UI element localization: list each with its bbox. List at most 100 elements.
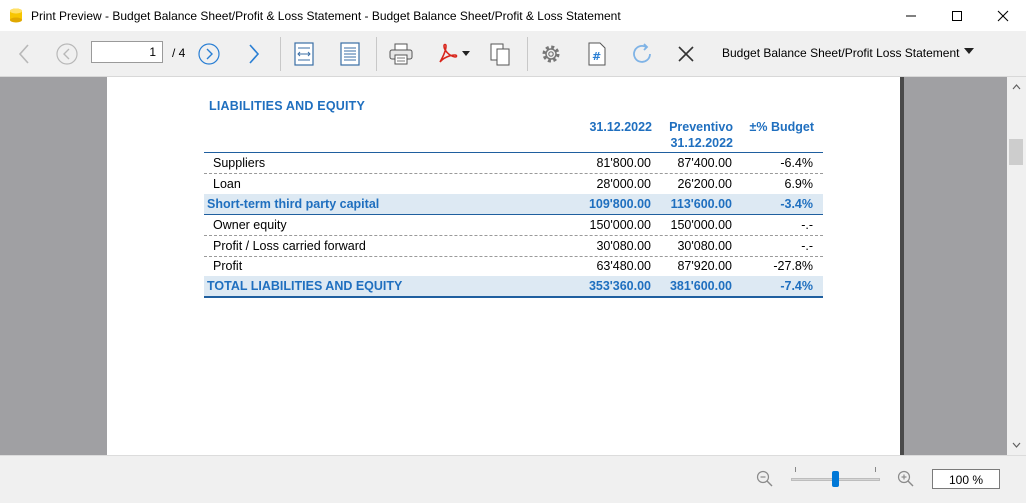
row-budget: 26'200.00 xyxy=(677,177,732,191)
export-pdf-button[interactable] xyxy=(432,31,474,76)
row-budget: 87'400.00 xyxy=(677,156,732,170)
status-bar: 100 % xyxy=(0,455,1026,503)
window-title: Print Preview - Budget Balance Sheet/Pro… xyxy=(31,9,621,23)
table-row: Profit / Loss carried forward 30'080.00 … xyxy=(204,236,823,257)
row-actual: 353'360.00 xyxy=(588,279,651,293)
close-icon xyxy=(997,10,1009,21)
first-page-button[interactable] xyxy=(12,31,36,76)
last-page-button[interactable] xyxy=(243,31,265,76)
circle-chevron-left-icon xyxy=(56,42,78,65)
row-actual: 28'000.00 xyxy=(596,177,651,191)
row-budget: 113'600.00 xyxy=(670,197,732,211)
refresh-icon xyxy=(633,42,651,63)
dropdown-arrow-icon[interactable] xyxy=(964,48,974,54)
toolbar-separator xyxy=(376,37,377,71)
table-row: Suppliers 81'800.00 87'400.00 -6.4% xyxy=(204,153,823,174)
minimize-icon xyxy=(906,15,916,16)
zoom-slider-thumb[interactable] xyxy=(832,471,839,487)
row-pct: -27.8% xyxy=(773,259,813,273)
next-page-button[interactable] xyxy=(197,31,221,76)
row-budget: 87'920.00 xyxy=(677,259,732,273)
fit-page-button[interactable] xyxy=(337,31,363,76)
zoom-level-input[interactable]: 100 % xyxy=(932,469,1000,489)
row-pct: -.- xyxy=(801,239,813,253)
table-row: Profit 63'480.00 87'920.00 -27.8% xyxy=(204,256,823,277)
copy-pages-icon xyxy=(490,43,510,65)
column-header-budget-date: 31.12.2022 xyxy=(670,136,733,150)
dropdown-arrow-icon xyxy=(462,51,470,56)
page-total-label: / 4 xyxy=(172,46,186,60)
row-label: Suppliers xyxy=(213,156,266,170)
row-actual: 150'000.00 xyxy=(589,218,651,232)
scroll-up-icon[interactable] xyxy=(1012,84,1021,90)
slider-tick xyxy=(795,467,796,472)
refresh-button[interactable] xyxy=(629,31,655,76)
fit-page-icon xyxy=(340,41,360,66)
fit-width-icon xyxy=(294,41,314,66)
vertical-scrollbar[interactable] xyxy=(1007,77,1026,455)
copy-button[interactable] xyxy=(487,31,513,76)
toolbar-separator xyxy=(280,37,281,71)
close-icon xyxy=(678,45,694,62)
row-budget: 150'000.00 xyxy=(670,218,732,232)
close-preview-button[interactable] xyxy=(674,31,698,76)
row-label: Loan xyxy=(213,177,241,191)
minimize-button[interactable] xyxy=(888,0,934,31)
row-pct: -3.4% xyxy=(780,197,813,211)
row-label: TOTAL LIABILITIES AND EQUITY xyxy=(207,279,403,293)
report-selector[interactable]: Budget Balance Sheet/Profit Loss Stateme… xyxy=(722,46,959,60)
fit-width-button[interactable] xyxy=(291,31,317,76)
table-row: Owner equity 150'000.00 150'000.00 -.- xyxy=(204,215,823,236)
row-label: Profit xyxy=(213,259,243,273)
pdf-icon xyxy=(439,43,458,63)
row-actual: 63'480.00 xyxy=(596,259,651,273)
banana-app-icon xyxy=(10,8,22,23)
row-budget: 381'600.00 xyxy=(669,279,732,293)
column-header-actual: 31.12.2022 xyxy=(589,120,652,134)
settings-button[interactable] xyxy=(538,31,564,76)
circle-chevron-right-icon xyxy=(198,42,220,65)
row-label: Owner equity xyxy=(213,218,287,232)
scrollbar-thumb[interactable] xyxy=(1009,139,1023,165)
row-actual: 109'800.00 xyxy=(588,197,651,211)
row-label: Short-term third party capital xyxy=(207,197,380,211)
previous-page-button[interactable] xyxy=(55,31,79,76)
close-window-button[interactable] xyxy=(980,0,1026,31)
scroll-down-icon[interactable] xyxy=(1012,442,1021,448)
maximize-icon xyxy=(952,10,962,21)
preview-viewport[interactable]: LIABILITIES AND EQUITY 31.12.2022 Preven… xyxy=(0,77,1007,455)
row-pct: -6.4% xyxy=(780,156,813,170)
svg-text:#: # xyxy=(592,50,601,63)
row-pct: -7.4% xyxy=(780,279,813,293)
row-actual: 81'800.00 xyxy=(596,156,651,170)
section-title: LIABILITIES AND EQUITY xyxy=(209,99,366,113)
row-pct: -.- xyxy=(801,218,813,232)
row-pct: 6.9% xyxy=(784,177,814,191)
row-budget: 30'080.00 xyxy=(677,239,732,253)
printer-icon xyxy=(389,43,413,64)
total-row: TOTAL LIABILITIES AND EQUITY 353'360.00 … xyxy=(204,276,823,296)
column-header-pct: ±% Budget xyxy=(749,120,815,134)
gear-icon xyxy=(542,45,560,62)
print-button[interactable] xyxy=(387,31,415,76)
total-rule xyxy=(204,296,823,298)
row-label: Profit / Loss carried forward xyxy=(213,239,366,253)
zoom-out-icon[interactable] xyxy=(756,470,774,488)
zoom-in-icon[interactable] xyxy=(897,470,915,488)
chevron-right-icon xyxy=(249,43,260,64)
slider-tick xyxy=(875,467,876,472)
chevron-left-icon xyxy=(18,43,29,64)
report-page: LIABILITIES AND EQUITY 31.12.2022 Preven… xyxy=(107,77,900,455)
table-row: Loan 28'000.00 26'200.00 6.9% xyxy=(204,174,823,194)
row-actual: 30'080.00 xyxy=(596,239,651,253)
toolbar: 1 / 4 # Budget Balance Sheet/Profit Loss… xyxy=(0,31,1026,77)
page-shadow xyxy=(900,77,904,455)
title-bar: Print Preview - Budget Balance Sheet/Pro… xyxy=(0,0,1026,31)
subtotal-row: Short-term third party capital 109'800.0… xyxy=(204,194,823,214)
maximize-button[interactable] xyxy=(934,0,980,31)
page-numbering-button[interactable]: # xyxy=(584,31,610,76)
hash-document-icon: # xyxy=(588,42,606,65)
toolbar-separator xyxy=(527,37,528,71)
column-header-budget: Preventivo xyxy=(669,120,733,134)
page-number-input[interactable]: 1 xyxy=(91,41,163,63)
